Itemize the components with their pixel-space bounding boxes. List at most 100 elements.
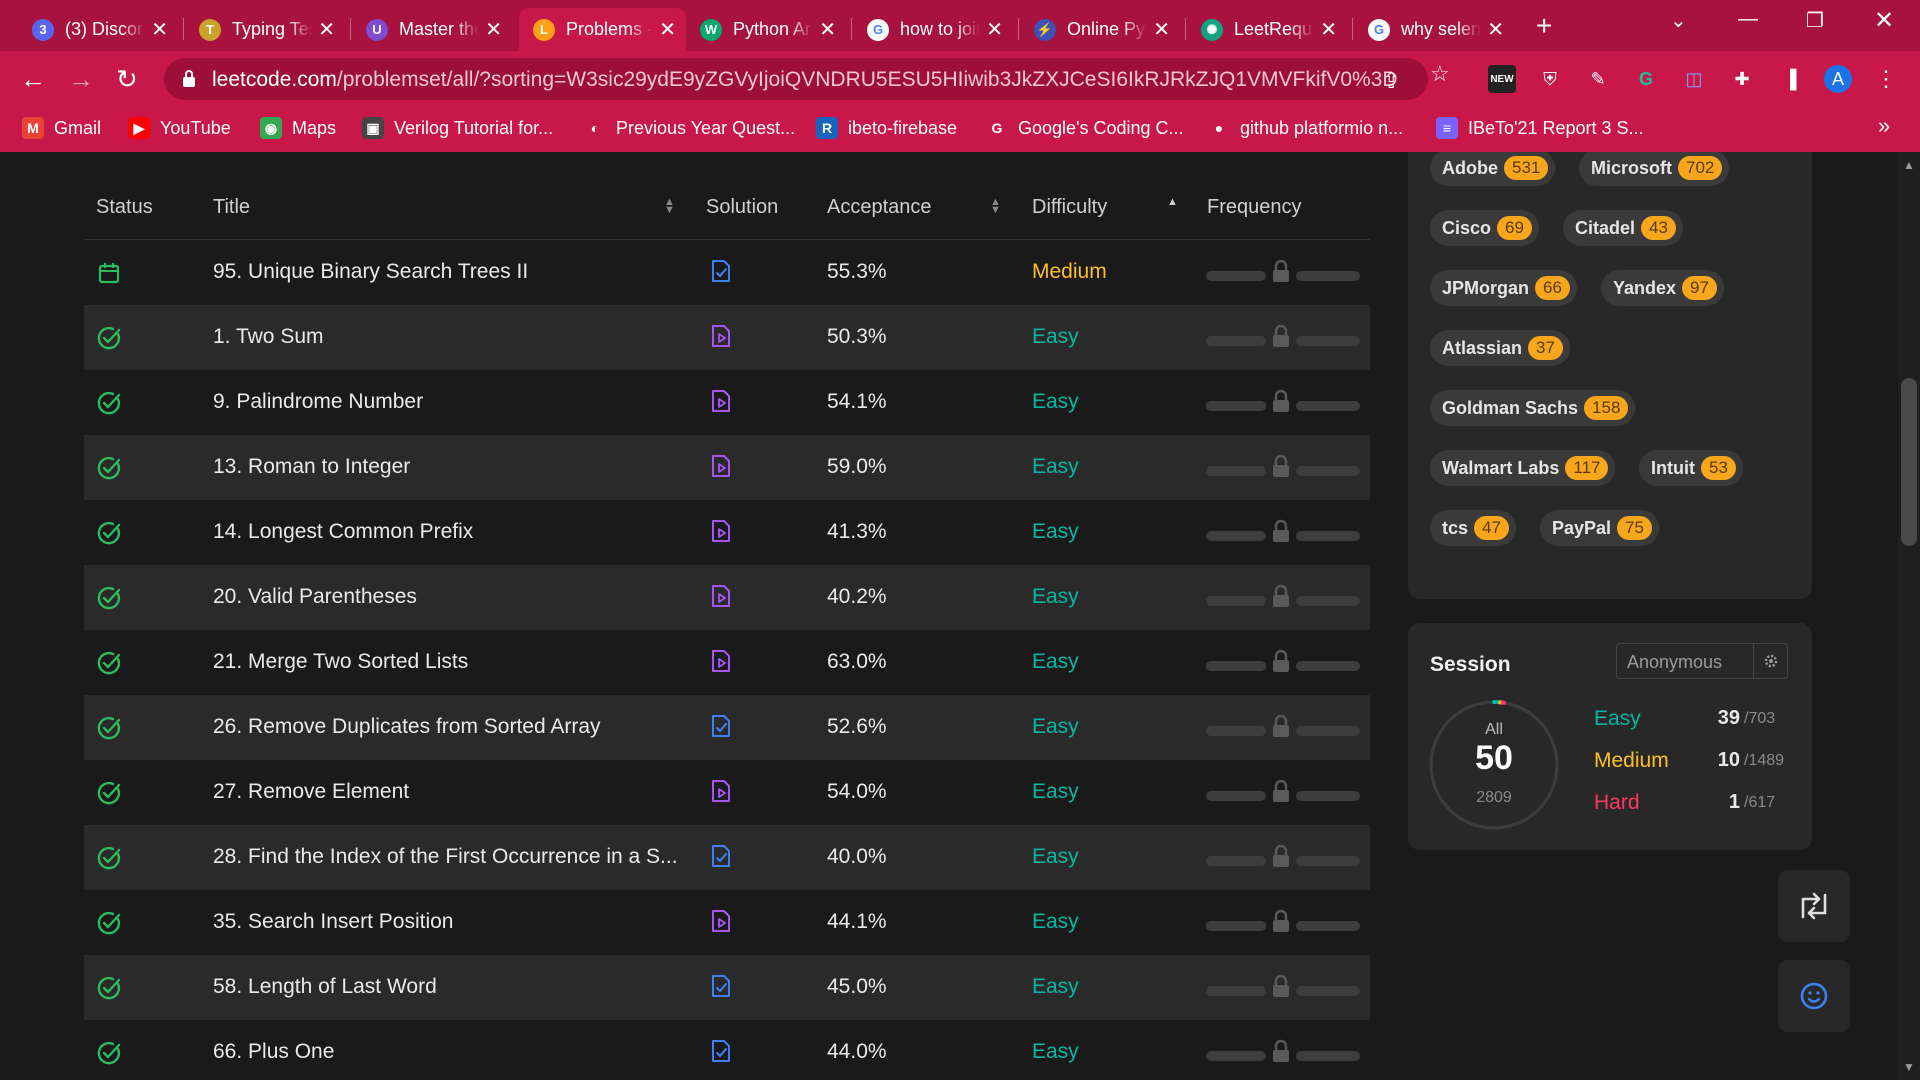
- bookmark-9[interactable]: ≡ IBeTo'21 Report 3 S...: [1436, 117, 1644, 139]
- bookmarks-more-icon[interactable]: »: [1878, 113, 1890, 139]
- video-solution-icon[interactable]: [710, 648, 732, 674]
- problem-title-link[interactable]: 27. Remove Element: [213, 780, 409, 804]
- back-icon[interactable]: ←: [20, 64, 46, 95]
- sort-acceptance-icon[interactable]: ▲ ▼: [990, 197, 1001, 216]
- profile-avatar[interactable]: A: [1824, 65, 1852, 93]
- table-row[interactable]: 20. Valid Parentheses 40.2% Easy: [84, 565, 1370, 630]
- close-window-icon[interactable]: ✕: [1874, 6, 1894, 35]
- session-select[interactable]: Anonymous: [1616, 643, 1754, 679]
- table-row[interactable]: 21. Merge Two Sorted Lists 63.0% Easy: [84, 630, 1370, 695]
- premium-solution-icon[interactable]: [710, 843, 732, 869]
- video-solution-icon[interactable]: [710, 583, 732, 609]
- company-chip[interactable]: tcs 47: [1430, 510, 1516, 546]
- share-icon[interactable]: ⇪: [1382, 68, 1400, 94]
- company-chip[interactable]: Microsoft 702: [1579, 152, 1730, 186]
- problem-title-link[interactable]: 28. Find the Index of the First Occurren…: [213, 845, 678, 869]
- problem-title-link[interactable]: 1. Two Sum: [213, 325, 324, 349]
- table-row[interactable]: 13. Roman to Integer 59.0% Easy: [84, 435, 1370, 500]
- bookmark-star-icon[interactable]: ☆: [1430, 61, 1450, 87]
- bookmark-1[interactable]: M Gmail: [22, 117, 101, 139]
- table-row[interactable]: 66. Plus One 44.0% Easy: [84, 1020, 1370, 1080]
- tab-1[interactable]: 3 (3) Discord ✕: [18, 8, 178, 51]
- video-solution-icon[interactable]: [710, 323, 732, 349]
- video-solution-icon[interactable]: [710, 908, 732, 934]
- close-tab-icon[interactable]: ✕: [819, 17, 836, 42]
- table-row[interactable]: 58. Length of Last Word 45.0% Easy: [84, 955, 1370, 1020]
- problem-title-link[interactable]: 13. Roman to Integer: [213, 455, 410, 479]
- video-solution-icon[interactable]: [710, 453, 732, 479]
- tab-4[interactable]: L Problems - LeetCode✕: [519, 8, 686, 51]
- bookmark-5[interactable]: ◐ Previous Year Quest...: [584, 117, 795, 139]
- shield-icon[interactable]: ⛨: [1536, 65, 1564, 93]
- table-row[interactable]: 14. Longest Common Prefix 41.3% Easy: [84, 500, 1370, 565]
- tab-9[interactable]: Gwhy selenium✕: [1354, 8, 1514, 51]
- company-chip[interactable]: Adobe 531: [1430, 152, 1556, 186]
- grammarly-icon[interactable]: G: [1632, 65, 1660, 93]
- close-tab-icon[interactable]: ✕: [318, 17, 335, 42]
- company-chip[interactable]: Walmart Labs 117: [1430, 450, 1616, 486]
- close-tab-icon[interactable]: ✕: [1320, 17, 1337, 42]
- close-tab-icon[interactable]: ✕: [986, 17, 1003, 42]
- switch-layout-button[interactable]: [1778, 870, 1850, 942]
- tab-7[interactable]: ⚡ Online Python ✕: [1020, 8, 1180, 51]
- eyedropper-icon[interactable]: ✎: [1584, 65, 1612, 93]
- tab-3[interactable]: U Master the Interview✕: [352, 8, 512, 51]
- tab-search-icon[interactable]: ⌄: [1670, 8, 1687, 33]
- problem-title-link[interactable]: 9. Palindrome Number: [213, 390, 423, 414]
- new-extension-icon[interactable]: NEW: [1488, 65, 1516, 93]
- tab-5[interactable]: W Python Arrays ✕: [686, 8, 846, 51]
- tab-8[interactable]: ✺ LeetRequest ✕: [1187, 8, 1347, 51]
- video-solution-icon[interactable]: [710, 778, 732, 804]
- page-scrollbar[interactable]: ▲ ▼: [1898, 152, 1920, 1080]
- company-chip[interactable]: Yandex 97: [1601, 270, 1724, 306]
- close-tab-icon[interactable]: ✕: [151, 17, 168, 42]
- address-bar[interactable]: leetcode.com/problemset/all/?sorting=W3s…: [164, 58, 1428, 100]
- close-tab-icon[interactable]: ✕: [485, 17, 502, 42]
- bookmark-3[interactable]: ◉ Maps: [260, 117, 336, 139]
- header-title[interactable]: Title: [213, 196, 250, 219]
- problem-title-link[interactable]: 58. Length of Last Word: [213, 975, 437, 999]
- reload-icon[interactable]: ↻: [116, 64, 138, 95]
- problem-title-link[interactable]: 14. Longest Common Prefix: [213, 520, 473, 544]
- company-chip[interactable]: Cisco 69: [1430, 210, 1539, 246]
- forward-icon[interactable]: →: [68, 64, 94, 95]
- company-chip[interactable]: Goldman Sachs 158: [1430, 390, 1636, 426]
- bookmark-2[interactable]: ▶ YouTube: [128, 117, 231, 139]
- company-chip[interactable]: Intuit 53: [1639, 450, 1743, 486]
- table-row[interactable]: 9. Palindrome Number 54.1% Easy: [84, 370, 1370, 435]
- restore-icon[interactable]: ❐: [1806, 8, 1824, 33]
- close-tab-icon[interactable]: ✕: [1153, 17, 1170, 42]
- close-tab-icon[interactable]: ✕: [1487, 17, 1504, 42]
- bookmark-6[interactable]: Ribeto-firebase: [816, 117, 957, 139]
- bookmark-8[interactable]: ● github platformio n...: [1208, 117, 1403, 139]
- table-row[interactable]: 95. Unique Binary Search Trees II 55.3% Me…: [84, 240, 1370, 305]
- sort-difficulty-icon[interactable]: ▲: [1167, 197, 1178, 208]
- table-row[interactable]: 26. Remove Duplicates from Sorted Array 5…: [84, 695, 1370, 760]
- problem-title-link[interactable]: 26. Remove Duplicates from Sorted Array: [213, 715, 601, 739]
- feedback-button[interactable]: [1778, 960, 1850, 1032]
- scroll-down-icon[interactable]: ▼: [1903, 1060, 1915, 1074]
- table-row[interactable]: 28. Find the Index of the First Occurren…: [84, 825, 1370, 890]
- problem-title-link[interactable]: 95. Unique Binary Search Trees II: [213, 260, 528, 284]
- table-row[interactable]: 35. Search Insert Position 44.1% Easy: [84, 890, 1370, 955]
- menu-kebab-icon[interactable]: ⋮: [1872, 65, 1900, 93]
- premium-solution-icon[interactable]: [710, 713, 732, 739]
- header-acceptance[interactable]: Acceptance: [827, 196, 932, 219]
- table-row[interactable]: 27. Remove Element 54.0% Easy: [84, 760, 1370, 825]
- minimize-icon[interactable]: —: [1738, 8, 1758, 31]
- problem-title-link[interactable]: 20. Valid Parentheses: [213, 585, 417, 609]
- video-solution-icon[interactable]: [710, 518, 732, 544]
- scroll-up-icon[interactable]: ▲: [1903, 158, 1915, 172]
- problem-title-link[interactable]: 35. Search Insert Position: [213, 910, 453, 934]
- bookmark-7[interactable]: G Google's Coding C...: [986, 117, 1184, 139]
- close-tab-icon[interactable]: ✕: [659, 17, 676, 42]
- table-row[interactable]: 1. Two Sum 50.3% Easy: [84, 305, 1370, 370]
- scrollbar-thumb[interactable]: [1901, 378, 1917, 546]
- header-difficulty[interactable]: Difficulty: [1032, 196, 1107, 219]
- problem-title-link[interactable]: 21. Merge Two Sorted Lists: [213, 650, 468, 674]
- extensions-icon[interactable]: ✚: [1728, 65, 1756, 93]
- gear-icon[interactable]: [1754, 643, 1788, 679]
- premium-solution-icon[interactable]: [710, 1038, 732, 1064]
- problem-title-link[interactable]: 66. Plus One: [213, 1040, 334, 1064]
- video-solution-icon[interactable]: [710, 388, 732, 414]
